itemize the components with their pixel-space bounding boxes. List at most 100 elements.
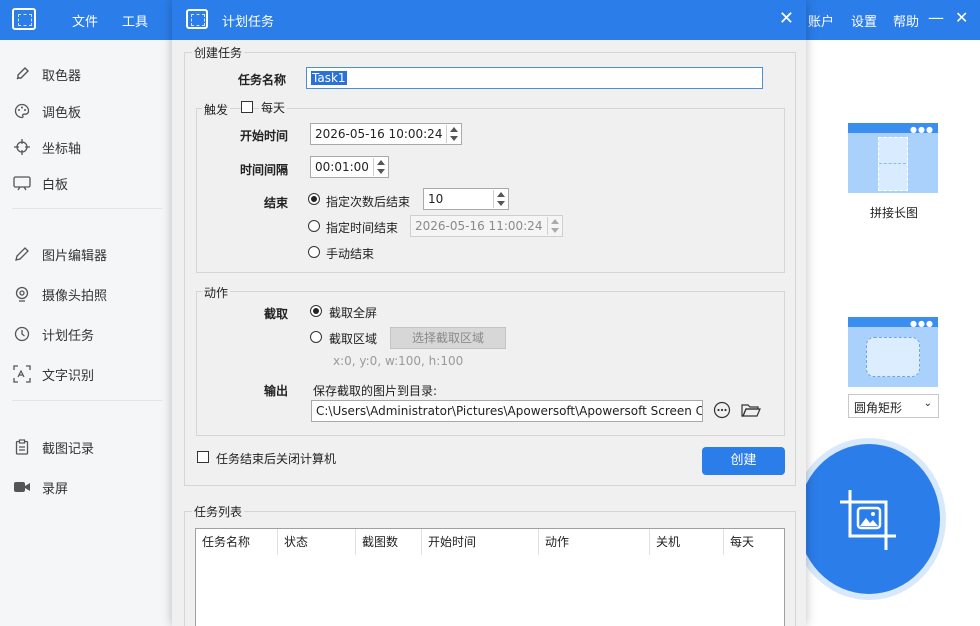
menu-file[interactable]: 文件	[72, 11, 98, 30]
task-name-value: Task1	[311, 71, 347, 85]
scheduled-task-dialog: 计划任务 ✕ 创建任务 任务名称 Task1 触发 每天 开始时间 2026-0…	[172, 0, 806, 626]
task-name-input[interactable]: Task1	[306, 67, 763, 89]
column-header-daily[interactable]: 每天	[724, 529, 784, 555]
sidebar-item-scheduled-task[interactable]: 计划任务	[12, 322, 94, 346]
video-camera-icon	[12, 477, 32, 497]
capture-region-radio[interactable]	[310, 331, 322, 343]
task-list-table[interactable]: 任务名称 状态 截图数 开始时间 动作 关机 每天	[195, 528, 785, 626]
region-info: x:0, y:0, w:100, h:100	[333, 354, 464, 368]
spin-arrows-icon[interactable]	[446, 125, 460, 143]
create-button[interactable]: 创建	[702, 447, 785, 475]
ocr-icon	[12, 364, 32, 384]
webcam-icon	[12, 284, 32, 304]
dialog-title-bar: 计划任务 ✕	[172, 0, 806, 40]
interval-label: 时间间隔	[240, 163, 289, 177]
sidebar-divider	[12, 208, 162, 209]
sidebar-item-ocr[interactable]: 文字识别	[12, 362, 94, 386]
save-dir-label: 保存截取的图片到目录:	[313, 384, 438, 398]
column-header-capture-count[interactable]: 截图数	[356, 529, 422, 555]
capture-fullscreen-label: 截取全屏	[329, 306, 378, 320]
task-name-label: 任务名称	[238, 73, 287, 87]
stitch-long-image-label: 拼接长图	[870, 206, 919, 220]
save-dir-input[interactable]: C:\Users\Administrator\Pictures\Apowerso…	[311, 400, 703, 422]
whiteboard-icon	[12, 173, 32, 193]
folder-icon	[741, 404, 761, 417]
column-header-shutdown[interactable]: 关机	[650, 529, 724, 555]
action-legend: 动作	[202, 284, 231, 301]
shape-select-value: 圆角矩形	[854, 401, 903, 415]
ellipsis-icon	[713, 401, 731, 419]
minimize-icon[interactable]: —	[928, 8, 944, 27]
close-icon[interactable]: ✕	[955, 8, 968, 27]
menu-settings[interactable]: 设置	[851, 11, 877, 30]
sidebar-item-axis[interactable]: 坐标轴	[12, 135, 81, 159]
pencil-icon	[12, 244, 32, 264]
shape-select[interactable]: 圆角矩形 ⌄	[848, 394, 939, 418]
sidebar-item-label: 图片编辑器	[42, 248, 108, 264]
menu-help[interactable]: 帮助	[893, 11, 919, 30]
sidebar-item-color-picker[interactable]: 取色器	[12, 62, 81, 86]
start-time-input[interactable]: 2026-05-16 10:00:24	[310, 123, 462, 145]
app-sidebar: 取色器 调色板 坐标轴 白板 图片编辑器 摄像头拍照 计划任务 文字识别 截图记…	[0, 40, 172, 626]
end-at-time-label: 指定时间结束	[326, 221, 399, 235]
column-header-action[interactable]: 动作	[539, 529, 650, 555]
end-manual-label: 手动结束	[326, 247, 375, 261]
spin-arrows-icon[interactable]	[547, 217, 561, 235]
trigger-legend: 触发	[202, 101, 231, 118]
sidebar-item-label: 坐标轴	[42, 141, 82, 157]
select-region-button[interactable]: 选择截取区域	[390, 327, 506, 349]
end-count-input[interactable]: 10	[423, 188, 509, 210]
spin-arrows-icon[interactable]	[373, 158, 387, 176]
sidebar-item-label: 取色器	[42, 68, 82, 84]
dialog-close-icon[interactable]: ✕	[779, 8, 794, 29]
sidebar-item-label: 摄像头拍照	[42, 288, 108, 304]
open-folder-button[interactable]	[740, 399, 762, 421]
daily-checkbox[interactable]	[241, 101, 253, 113]
clock-icon	[12, 324, 32, 344]
column-header-start-time[interactable]: 开始时间	[422, 529, 539, 555]
shutdown-label: 任务结束后关闭计算机	[216, 452, 337, 466]
app-logo-icon	[12, 8, 36, 30]
create-task-legend: 创建任务	[192, 44, 245, 61]
menu-account[interactable]: 账户	[808, 11, 834, 30]
end-time-value: 2026-05-16 11:00:24	[415, 219, 543, 233]
stitch-long-image-tile[interactable]: ●●●	[848, 123, 938, 193]
capture-button[interactable]	[798, 444, 940, 594]
capture-label: 截取	[264, 307, 289, 321]
end-label: 结束	[264, 196, 289, 210]
end-at-time-radio[interactable]	[308, 220, 320, 232]
capture-region-label: 截取区域	[329, 332, 378, 346]
save-dir-value: C:\Users\Administrator\Pictures\Apowerso…	[316, 404, 703, 418]
sidebar-item-label: 白板	[42, 177, 69, 193]
crosshair-icon	[12, 137, 32, 157]
sidebar-item-label: 计划任务	[42, 328, 95, 344]
end-after-count-radio[interactable]	[308, 193, 320, 205]
shutdown-checkbox[interactable]	[197, 451, 209, 463]
start-time-label: 开始时间	[240, 129, 289, 143]
rounded-rect-tile[interactable]: ●●●	[848, 317, 938, 387]
end-manual-radio[interactable]	[308, 246, 320, 258]
stitch-icon	[878, 137, 908, 191]
chevron-down-icon: ⌄	[923, 398, 932, 409]
column-header-task-name[interactable]: 任务名称	[196, 529, 278, 555]
window-dots-icon: ●●●	[910, 319, 934, 328]
sidebar-item-palette[interactable]: 调色板	[12, 99, 81, 123]
sidebar-item-record-screen[interactable]: 录屏	[12, 475, 68, 499]
end-after-count-label: 指定次数后结束	[326, 195, 411, 209]
sidebar-item-whiteboard[interactable]: 白板	[12, 171, 68, 195]
eyedropper-icon	[12, 64, 32, 84]
end-time-input[interactable]: 2026-05-16 11:00:24	[410, 215, 563, 237]
capture-fullscreen-radio[interactable]	[310, 305, 322, 317]
sidebar-item-capture-history[interactable]: 截图记录	[12, 435, 94, 459]
interval-value: 00:01:00	[315, 160, 369, 174]
spin-arrows-icon[interactable]	[493, 190, 507, 208]
column-header-status[interactable]: 状态	[278, 529, 356, 555]
crop-image-icon	[840, 490, 896, 550]
sidebar-item-webcam[interactable]: 摄像头拍照	[12, 282, 107, 306]
sidebar-item-image-editor[interactable]: 图片编辑器	[12, 242, 107, 266]
interval-input[interactable]: 00:01:00	[310, 156, 389, 178]
palette-icon	[12, 101, 32, 121]
menu-tools[interactable]: 工具	[122, 11, 148, 30]
more-options-button[interactable]	[711, 399, 733, 421]
start-time-value: 2026-05-16 10:00:24	[315, 127, 443, 141]
